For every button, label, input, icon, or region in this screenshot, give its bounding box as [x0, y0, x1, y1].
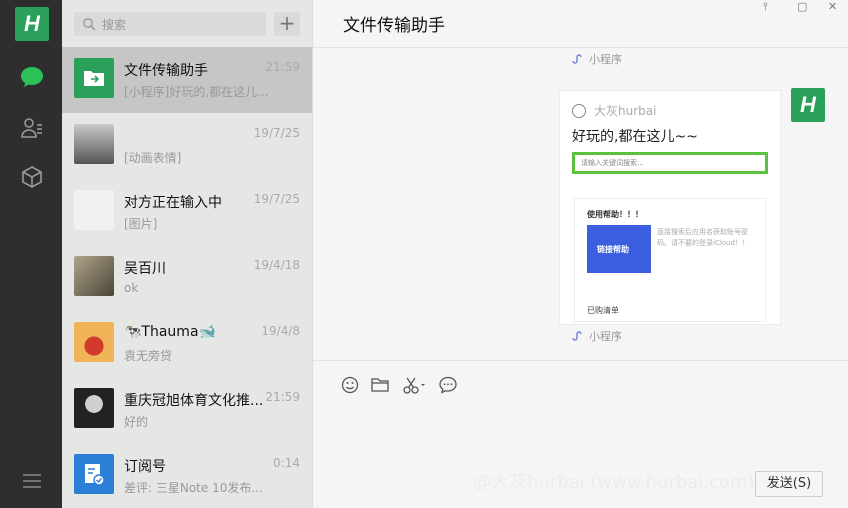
watermark: @大灰hurbai (www.hurbai.com)	[473, 472, 755, 493]
conversation-name: 订阅号	[124, 459, 166, 475]
conversation-avatar	[74, 124, 114, 164]
conversation-time: 19/7/25	[253, 126, 300, 140]
conversation-name: 🐄Thauma🐋	[124, 324, 216, 340]
chat-title: 文件传输助手	[343, 16, 445, 36]
conversation-preview: ok	[124, 281, 139, 295]
conversation-time: 19/4/18	[253, 258, 300, 272]
pin-icon[interactable]: ⫯	[763, 0, 768, 14]
add-chat-button[interactable]: +	[274, 12, 300, 36]
menu-icon[interactable]	[17, 466, 47, 496]
conversation-avatar	[74, 190, 114, 230]
conversation-avatar	[74, 322, 114, 362]
wechat-window: H 搜索 + 文件传输助手 [小程序]好玩的,都在这儿... 21:59 [动画…	[0, 0, 848, 508]
left-rail: H	[0, 0, 62, 508]
search-input[interactable]: 搜索	[74, 12, 266, 36]
conversation-name: 重庆冠旭体育文化推...	[124, 393, 264, 409]
conversation-item[interactable]: 重庆冠旭体育文化推... 好的 21:59	[62, 377, 312, 443]
search-placeholder: 搜索	[102, 17, 127, 32]
conversation-time: 0:14	[273, 456, 300, 470]
mini-program-icon	[572, 54, 582, 64]
mini-program-text: 小程序	[589, 330, 622, 343]
chat-pane: ⫯ ▢ ✕ 文件传输助手 小程序 大灰hurbai 好玩的,都在这儿~~ 请输入…	[312, 0, 848, 508]
card-title: 好玩的,都在这儿~~	[572, 129, 698, 145]
input-divider	[313, 360, 848, 361]
conversation-preview: [图片]	[124, 217, 158, 231]
chat-history-icon[interactable]	[437, 374, 459, 396]
preview-text: 直接搜索后应用名获取账号密码。请不要的登录iCloud！！	[657, 228, 749, 247]
emoji-icon[interactable]	[339, 374, 361, 396]
card-search-box: 请输入关键词搜索...	[572, 152, 768, 174]
maximize-icon[interactable]: ▢	[797, 0, 807, 13]
favorites-icon[interactable]	[17, 162, 47, 192]
close-icon[interactable]: ✕	[828, 0, 837, 13]
mini-program-card[interactable]: 大灰hurbai 好玩的,都在这儿~~ 请输入关键词搜索... 使用帮助！！！ …	[559, 90, 781, 325]
conversation-item[interactable]: 文件传输助手 [小程序]好玩的,都在这儿... 21:59	[62, 47, 312, 113]
conversation-preview: 差评: 三星Note 10发布...	[124, 481, 263, 495]
conversation-time: 21:59	[265, 60, 300, 74]
source-icon	[572, 103, 586, 118]
conversation-name: 文件传输助手	[124, 63, 208, 79]
user-avatar[interactable]: H	[15, 7, 49, 41]
conversation-name: 对方正在输入中	[124, 195, 222, 211]
card-source: 大灰hurbai	[572, 102, 656, 119]
mini-program-text: 小程序	[589, 53, 622, 66]
mini-program-label: 小程序	[571, 328, 622, 344]
conversation-item[interactable]: 吴百川 ok 19/4/18	[62, 245, 312, 311]
conversation-avatar	[74, 256, 114, 296]
conversation-preview: [小程序]好玩的,都在这儿...	[124, 85, 269, 99]
preview-image: 链接帮助	[587, 225, 651, 273]
conversation-item[interactable]: 🐄Thauma🐋 袁无旁贷 19/4/8	[62, 311, 312, 377]
conversation-preview: 袁无旁贷	[124, 349, 173, 363]
conversation-preview: [动画表情]	[124, 151, 182, 165]
conversation-time: 21:59	[265, 390, 300, 404]
conversation-list: 搜索 + 文件传输助手 [小程序]好玩的,都在这儿... 21:59 [动画表情…	[62, 0, 312, 508]
my-avatar[interactable]: H	[791, 88, 825, 122]
mini-program-icon	[572, 331, 582, 341]
scissors-icon[interactable]	[401, 374, 429, 396]
conversation-name: 吴百川	[124, 261, 166, 277]
folder-icon	[84, 71, 104, 86]
mini-program-label: 小程序	[571, 51, 622, 67]
conversation-time: 19/4/8	[261, 324, 300, 338]
conversation-avatar	[74, 388, 114, 428]
preview-footer: 已购清单	[587, 306, 619, 315]
search-icon	[83, 18, 96, 31]
conversation-time: 19/7/25	[253, 192, 300, 206]
conversation-item[interactable]: 对方正在输入中 [图片] 19/7/25	[62, 179, 312, 245]
chat-icon[interactable]	[17, 62, 47, 92]
preview-image-text: 链接帮助	[597, 245, 629, 254]
send-button[interactable]: 发送(S)	[755, 471, 823, 497]
card-preview: 使用帮助！！！ 链接帮助 直接搜索后应用名获取账号密码。请不要的登录iCloud…	[574, 198, 766, 322]
card-source-name: 大灰hurbai	[594, 104, 657, 118]
subscription-icon	[85, 464, 105, 486]
file-transfer-avatar	[74, 58, 114, 98]
preview-header: 使用帮助！！！	[587, 210, 643, 219]
contacts-icon[interactable]	[17, 113, 47, 143]
folder-icon[interactable]	[369, 374, 391, 396]
conversation-preview: 好的	[124, 415, 149, 429]
conversation-item[interactable]: [动画表情] 19/7/25	[62, 113, 312, 179]
header-divider	[313, 47, 848, 48]
conversation-item[interactable]: 订阅号 差评: 三星Note 10发布... 0:14	[62, 443, 312, 508]
subscription-avatar	[74, 454, 114, 494]
